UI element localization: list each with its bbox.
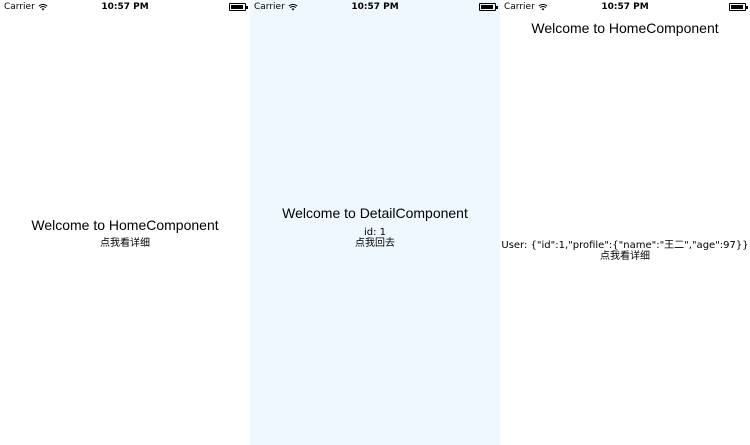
battery-level — [231, 5, 243, 9]
battery-icon — [229, 3, 248, 11]
view-detail-link[interactable]: 点我看详细 — [0, 238, 250, 249]
page-title: Welcome to HomeComponent — [531, 20, 719, 36]
status-bar: Carrier 10:57 PM — [0, 0, 250, 14]
detail-id-text: id: 1 — [363, 227, 387, 238]
detail-content: Welcome to DetailComponent — [250, 205, 500, 221]
go-back-link[interactable]: 点我回去 — [250, 238, 500, 249]
home-content: Welcome to HomeComponent — [0, 217, 250, 233]
status-bar: Carrier 10:57 PM — [500, 0, 750, 14]
battery-level — [731, 5, 743, 9]
status-time: 10:57 PM — [351, 2, 399, 12]
page-title: Welcome to DetailComponent — [282, 205, 468, 221]
user-json-text: User: {"id":1,"profile":{"name":"王二","ag… — [501, 240, 749, 251]
battery-icon — [729, 3, 748, 11]
status-bar: Carrier 10:57 PM — [250, 0, 500, 14]
status-time: 10:57 PM — [601, 2, 649, 12]
view-detail-link[interactable]: 点我看详细 — [500, 251, 750, 262]
page-title: Welcome to HomeComponent — [31, 217, 219, 233]
home-header: Welcome to HomeComponent — [500, 20, 750, 36]
home-screen-with-user: Carrier 10:57 PM Welcome to HomeComponen… — [500, 0, 750, 445]
detail-screen: Carrier 10:57 PM Welcome to DetailCompon… — [250, 0, 500, 445]
battery-icon — [479, 3, 498, 11]
home-screen: Carrier 10:57 PM Welcome to HomeComponen… — [0, 0, 250, 445]
status-time: 10:57 PM — [101, 2, 149, 12]
battery-level — [481, 5, 493, 9]
screens-row: Carrier 10:57 PM Welcome to HomeComponen… — [0, 0, 750, 445]
